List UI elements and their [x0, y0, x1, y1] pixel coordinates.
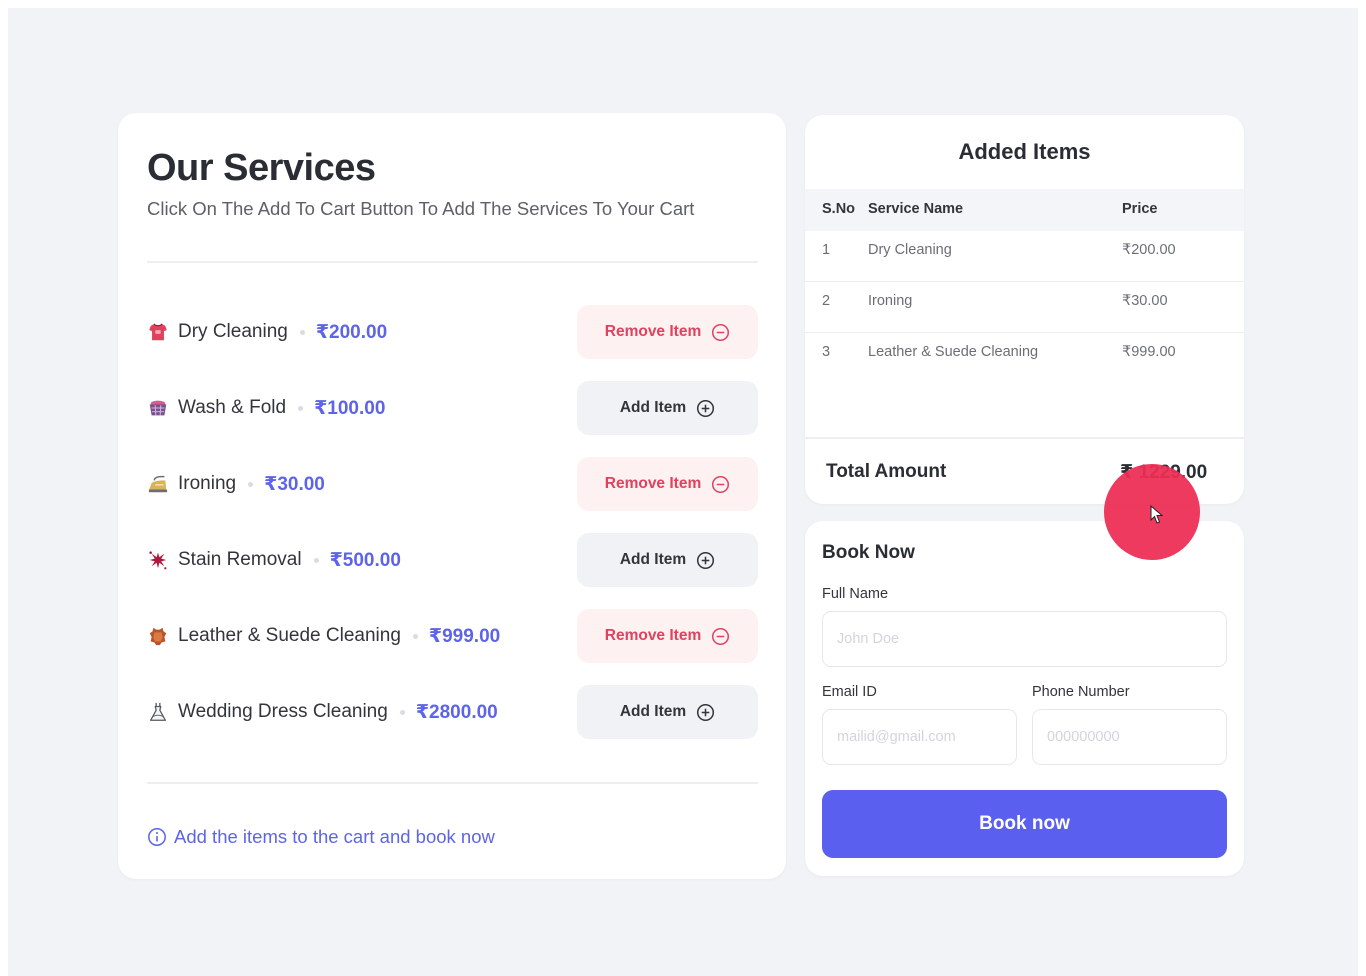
separator-dot — [248, 481, 254, 487]
header-service-name: Service Name — [868, 201, 964, 217]
remove-item-button[interactable]: Remove Item — [577, 457, 758, 511]
plus-circle-icon — [697, 551, 715, 569]
service-name: Leather & Suede Cleaning — [178, 625, 401, 646]
cart-title: Added Items — [958, 139, 1091, 164]
plus-circle-icon — [697, 399, 715, 417]
service-price: ₹999.00 — [428, 625, 501, 647]
iron-icon — [147, 473, 169, 495]
row-sno: 1 — [822, 242, 831, 258]
info-note: Add the items to the cart and book now — [147, 826, 495, 848]
row-price: ₹30.00 — [1122, 293, 1168, 309]
minus-circle-icon — [712, 627, 730, 645]
plus-circle-icon — [697, 703, 715, 721]
leather-hide-icon — [147, 625, 169, 647]
row-service-name: Dry Cleaning — [868, 242, 952, 258]
separator-dot — [298, 405, 304, 411]
button-label: Add Item — [619, 551, 687, 568]
booking-title: Book Now — [822, 542, 915, 563]
row-price: ₹200.00 — [1122, 242, 1176, 258]
table-row: 2 Ironing ₹30.00 — [805, 282, 1244, 333]
add-item-button[interactable]: Add Item — [577, 533, 758, 587]
remove-item-button[interactable]: Remove Item — [577, 305, 758, 359]
services-card: Our Services Click On The Add To Cart Bu… — [118, 113, 786, 879]
services-subtitle: Click On The Add To Cart Button To Add T… — [147, 198, 695, 219]
button-label: Add Item — [619, 399, 687, 416]
service-row-wash-fold: Wash & Fold ₹100.00 Add Item — [147, 381, 758, 435]
button-label: Remove Item — [604, 323, 702, 340]
row-service-name: Ironing — [868, 293, 913, 309]
wedding-dress-icon — [147, 701, 169, 723]
service-row-leather-suede: Leather & Suede Cleaning ₹999.00 Remove … — [147, 609, 758, 663]
email-input[interactable] — [822, 709, 1017, 765]
row-price: ₹999.00 — [1122, 344, 1176, 360]
separator-dot — [299, 329, 305, 335]
service-price: ₹500.00 — [329, 549, 401, 571]
services-title: Our Services — [147, 147, 376, 189]
info-icon — [148, 828, 166, 846]
service-name: Dry Cleaning — [178, 321, 288, 342]
mouse-pointer-icon — [1150, 505, 1164, 524]
separator-dot — [412, 633, 418, 639]
shirt-icon — [147, 321, 169, 343]
total-label: Total Amount — [826, 461, 947, 482]
booking-card: Book Now Full Name Email ID Phone Number… — [805, 521, 1244, 876]
info-note-text: Add the items to the cart and book now — [174, 826, 495, 847]
stain-splat-icon — [147, 549, 169, 571]
service-name: Wedding Dress Cleaning — [178, 701, 388, 722]
separator-dot — [313, 557, 319, 563]
full-name-input[interactable] — [822, 611, 1227, 667]
book-now-button[interactable]: Book now — [822, 790, 1227, 858]
service-name: Ironing — [178, 473, 237, 494]
table-row: 3 Leather & Suede Cleaning ₹999.00 — [805, 333, 1244, 384]
service-price: ₹100.00 — [314, 397, 386, 419]
header-price: Price — [1122, 201, 1158, 217]
button-label: Add Item — [619, 703, 687, 720]
add-item-button[interactable]: Add Item — [577, 381, 758, 435]
add-item-button[interactable]: Add Item — [577, 685, 758, 739]
phone-input[interactable] — [1032, 709, 1227, 765]
phone-label: Phone Number — [1032, 684, 1130, 700]
header-sno: S.No — [822, 201, 856, 217]
laundry-basket-icon — [147, 397, 169, 419]
table-row: 1 Dry Cleaning ₹200.00 — [805, 231, 1244, 282]
button-label: Remove Item — [604, 475, 702, 492]
row-service-name: Leather & Suede Cleaning — [868, 344, 1039, 360]
service-name: Stain Removal — [178, 549, 302, 570]
service-price: ₹2800.00 — [415, 701, 498, 723]
row-sno: 2 — [822, 293, 831, 309]
cart-table-header: S.No Service Name Price — [805, 189, 1244, 231]
remove-item-button[interactable]: Remove Item — [577, 609, 758, 663]
service-name: Wash & Fold — [178, 397, 287, 418]
service-row-ironing: Ironing ₹30.00 Remove Item — [147, 457, 758, 511]
divider — [147, 261, 758, 263]
service-price: ₹200.00 — [315, 321, 388, 343]
email-label: Email ID — [822, 684, 877, 700]
cart-card: Added Items S.No Service Name Price 1 Dr… — [805, 115, 1244, 504]
service-row-stain-removal: Stain Removal ₹500.00 Add Item — [147, 533, 758, 587]
full-name-label: Full Name — [822, 586, 889, 602]
minus-circle-icon — [712, 475, 730, 493]
service-row-dry-cleaning: Dry Cleaning ₹200.00 Remove Item — [147, 305, 758, 359]
row-sno: 3 — [822, 344, 831, 360]
separator-dot — [399, 709, 405, 715]
service-row-wedding-dress: Wedding Dress Cleaning ₹2800.00 Add Item — [147, 685, 758, 739]
minus-circle-icon — [712, 323, 730, 341]
button-label: Remove Item — [604, 627, 702, 644]
service-price: ₹30.00 — [264, 473, 325, 495]
divider — [147, 782, 758, 784]
